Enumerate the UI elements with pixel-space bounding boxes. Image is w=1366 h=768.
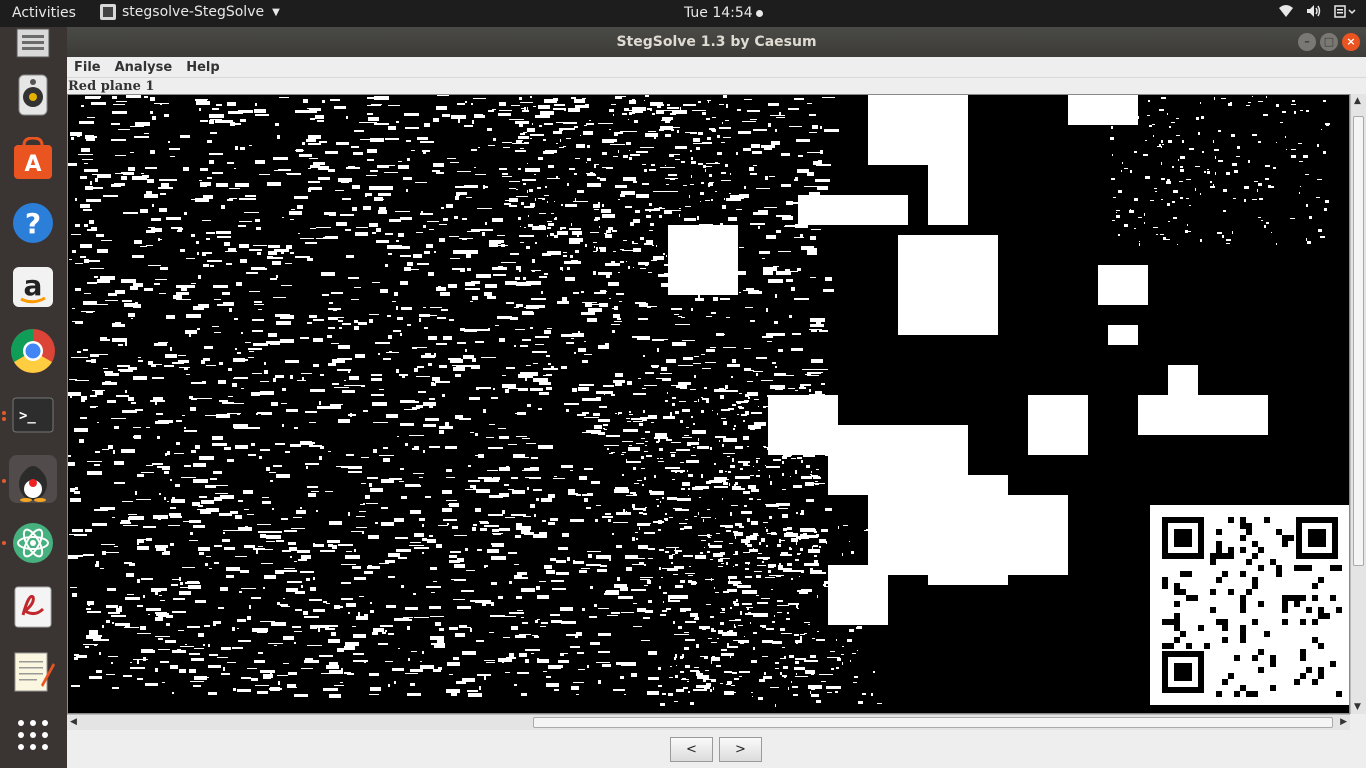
scroll-up-icon[interactable]: ▲	[1354, 96, 1361, 106]
plane-label: Red plane 1	[67, 77, 1366, 95]
scroll-right-icon[interactable]: ▶	[1340, 717, 1347, 727]
running-indicator	[2, 411, 6, 415]
clock[interactable]: Tue 14:54	[684, 5, 763, 21]
vertical-scroll-thumb[interactable]	[1353, 116, 1364, 566]
window-title: StegSolve 1.3 by Caesum	[616, 34, 817, 50]
chrome-icon[interactable]	[9, 327, 57, 375]
stegsolve-window: StegSolve 1.3 by Caesum – □ × File Analy…	[67, 27, 1366, 768]
software-center-icon[interactable]: A	[9, 135, 57, 183]
horizontal-scrollbar[interactable]: ◀ ▶	[67, 714, 1350, 730]
app-menu[interactable]: stegsolve-StegSolve ▼	[100, 4, 280, 20]
svg-text:>_: >_	[19, 408, 36, 424]
wifi-icon	[1279, 5, 1293, 17]
image-viewport[interactable]	[67, 94, 1350, 714]
svg-text:A: A	[24, 152, 41, 177]
stegsolve-app-icon	[100, 4, 116, 20]
running-indicator	[2, 479, 6, 483]
running-indicator	[2, 541, 6, 545]
vertical-scrollbar[interactable]: ▲ ▼	[1350, 94, 1366, 714]
bit-plane-image	[68, 95, 1349, 707]
running-indicator	[2, 417, 6, 421]
maximize-icon[interactable]: □	[1320, 33, 1338, 51]
pdf-reader-icon[interactable]	[9, 583, 57, 631]
scroll-left-icon[interactable]: ◀	[70, 717, 77, 727]
top-bar: Activities stegsolve-StegSolve ▼ Tue 14:…	[0, 0, 1366, 27]
java-icon[interactable]	[9, 455, 57, 503]
horizontal-scroll-thumb[interactable]	[533, 717, 1333, 728]
close-icon[interactable]: ×	[1342, 33, 1360, 51]
plane-navigation: < >	[67, 732, 1366, 768]
power-icon	[1334, 5, 1356, 18]
scroll-down-icon[interactable]: ▼	[1354, 702, 1361, 712]
text-editor-icon[interactable]	[9, 647, 57, 695]
app-grid-icon[interactable]	[9, 711, 57, 759]
volume-icon	[1307, 5, 1321, 17]
menu-help[interactable]: Help	[186, 60, 219, 75]
app-menu-label: stegsolve-StegSolve	[122, 4, 265, 20]
dock: A ? a >_	[0, 27, 67, 768]
amazon-icon[interactable]: a	[9, 263, 57, 311]
rhythmbox-icon[interactable]	[9, 71, 57, 119]
notification-dot-icon	[755, 9, 763, 17]
menu-analyse[interactable]: Analyse	[115, 60, 173, 75]
chevron-down-icon: ▼	[272, 6, 280, 18]
files-icon[interactable]	[9, 19, 57, 67]
previous-plane-button[interactable]: <	[670, 737, 713, 762]
svg-text:a: a	[24, 269, 43, 302]
window-titlebar[interactable]: StegSolve 1.3 by Caesum – □ ×	[67, 27, 1366, 57]
system-tray[interactable]	[1278, 4, 1356, 18]
menu-file[interactable]: File	[74, 60, 101, 75]
clock-label: Tue 14:54	[684, 5, 753, 21]
help-icon[interactable]: ?	[9, 199, 57, 247]
next-plane-button[interactable]: >	[719, 737, 762, 762]
atom-icon[interactable]	[9, 519, 57, 567]
menu-bar: File Analyse Help	[67, 57, 1366, 77]
svg-text:?: ?	[25, 207, 41, 240]
minimize-icon[interactable]: –	[1298, 33, 1316, 51]
terminal-icon[interactable]: >_	[9, 391, 57, 439]
window-controls: – □ ×	[1298, 33, 1360, 51]
